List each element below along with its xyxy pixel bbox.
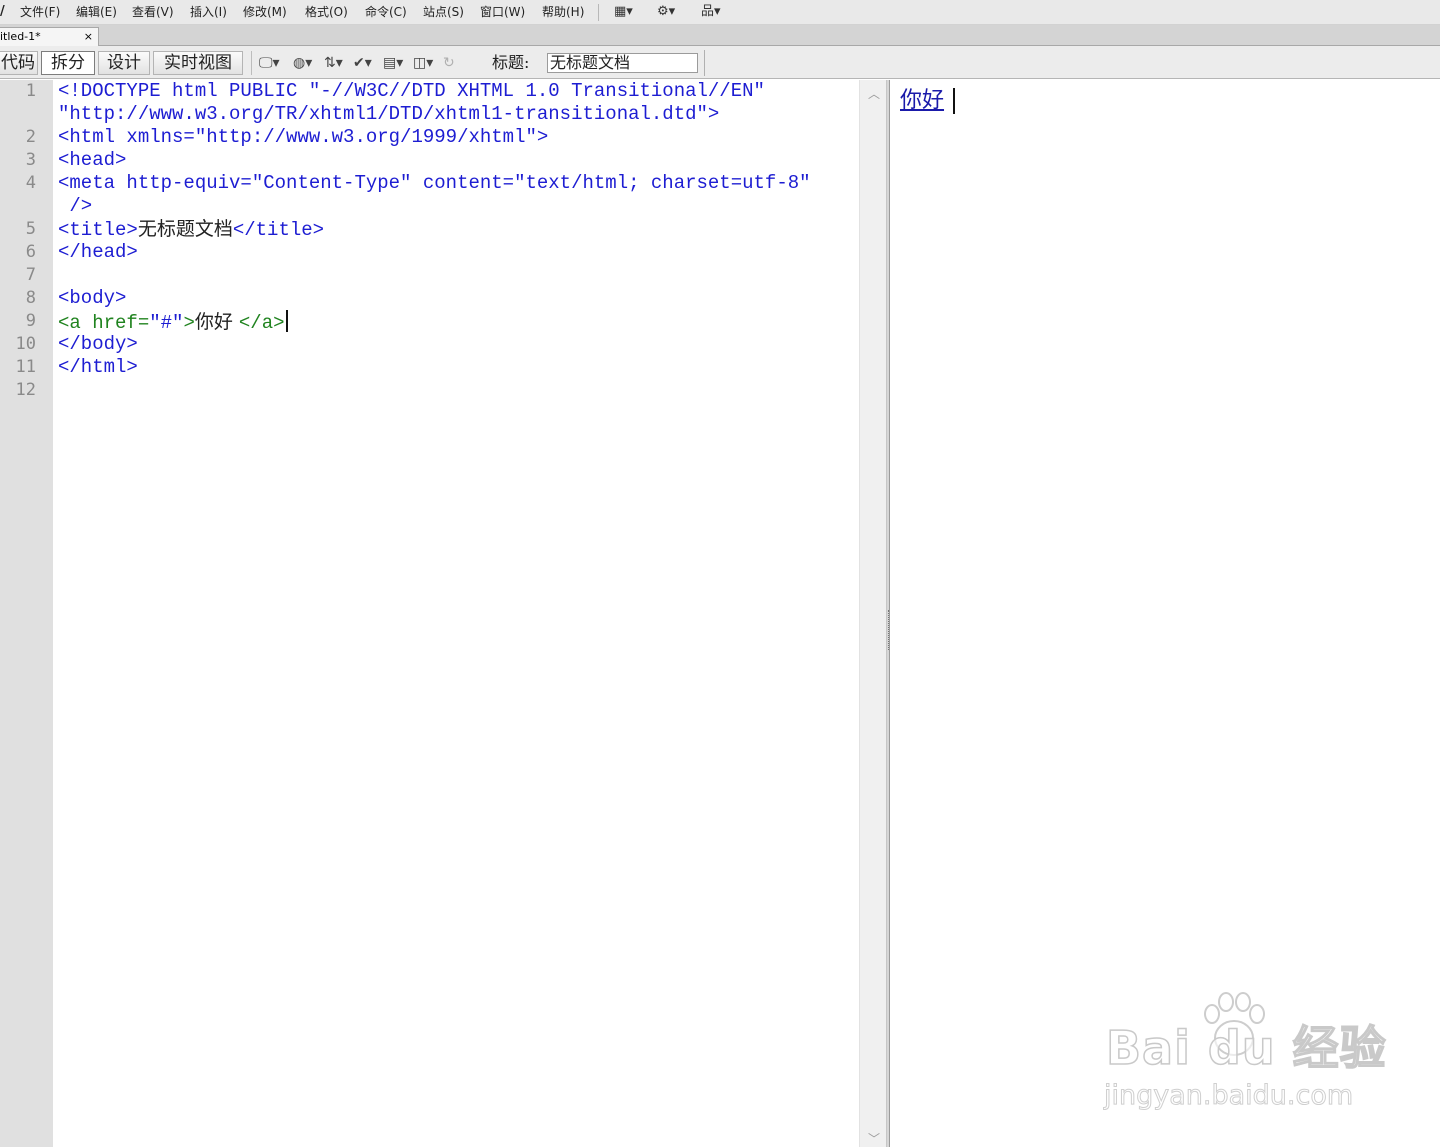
title-open-tag: <title> (58, 219, 138, 241)
code-line-head: <head> (58, 149, 127, 171)
menu-bar: / 文件(F) 编辑(E) 查看(V) 插入(I) 修改(M) 格式(O) 命令… (0, 0, 1440, 25)
toolbar-separator (251, 51, 252, 75)
title-text: 无标题文档 (137, 218, 233, 240)
code-line-meta: <meta http-equiv="Content-Type" content=… (58, 172, 811, 194)
anchor-gt: > (183, 312, 195, 334)
live-view-button[interactable]: 实时视图 (153, 51, 243, 75)
line-number: 3 (25, 150, 36, 170)
code-line-anchor: <a href="#">你好 </a> (58, 310, 288, 335)
code-line-body-close: </body> (58, 333, 138, 355)
split-view-button[interactable]: 拆分 (41, 51, 95, 75)
code-line-head-close: </head> (58, 241, 138, 263)
document-tab[interactable]: itled-1* × (0, 27, 99, 46)
close-icon[interactable]: × (84, 28, 93, 45)
visual-aids-icon[interactable]: ▤▾ (383, 53, 403, 73)
code-line-doctype: <!DOCTYPE html PUBLIC "-//W3C//DTD XHTML… (58, 80, 765, 102)
document-tab-label: itled-1* (0, 30, 41, 43)
validate-icon[interactable]: ✔▾ (353, 53, 372, 73)
menu-commands[interactable]: 命令(C) (365, 5, 407, 19)
title-label: 标题: (492, 53, 530, 72)
line-number: 5 (25, 219, 36, 239)
file-management-icon[interactable]: ⇅▾ (324, 53, 343, 73)
browser-preview-icon[interactable]: ◍▾ (293, 53, 312, 73)
watermark-url: jingyan.baidu.com (1103, 1080, 1354, 1112)
view-options-icon[interactable]: ◫▾ (413, 53, 433, 73)
code-line-html-close: </html> (58, 356, 138, 378)
title-close-tag: </title> (232, 219, 325, 241)
menu-window[interactable]: 窗口(W) (480, 5, 525, 19)
line-number: 1 (25, 81, 36, 101)
document-tab-bar: itled-1* × (0, 25, 1440, 46)
text-caret (953, 88, 955, 114)
menu-edit[interactable]: 编辑(E) (76, 5, 117, 19)
code-line-doctype-dtd: "http://www.w3.org/TR/xhtml1/DTD/xhtml1-… (58, 103, 720, 125)
code-line-meta-close: /> (58, 195, 93, 217)
chevron-down-icon[interactable]: ﹀ (868, 1133, 880, 1145)
multiscreen-icon[interactable]: 🖵▾ (259, 53, 280, 73)
document-toolbar: 代码 拆分 设计 实时视图 🖵▾ ◍▾ ⇅▾ ✔▾ ▤▾ ◫▾ ↻ 标题: 无标… (0, 46, 1440, 79)
line-number: 4 (25, 173, 36, 193)
code-line-title: <title>无标题文档</title> (58, 218, 324, 242)
code-scrollbar[interactable]: ︿ ﹀ (859, 80, 886, 1147)
line-number: 9 (25, 311, 36, 331)
anchor-close-tag: </a> (238, 312, 285, 334)
line-number-gutter: 1 2 3 4 5 6 7 8 9 10 11 12 (0, 80, 53, 1147)
menu-site[interactable]: 站点(S) (423, 5, 464, 19)
drag-handle[interactable] (888, 610, 889, 650)
site-manage-icon[interactable]: 品▾ (701, 3, 721, 21)
refresh-icon[interactable]: ↻ (443, 53, 455, 73)
anchor-text: 你好 (194, 311, 239, 333)
anchor-href-value: "#" (149, 312, 184, 334)
code-line-body: <body> (58, 287, 127, 309)
menu-insert[interactable]: 插入(I) (190, 5, 227, 19)
line-number: 11 (15, 357, 36, 377)
line-number: 6 (25, 242, 36, 262)
layout-icon[interactable]: ▦▾ (614, 3, 633, 21)
code-view-button[interactable]: 代码 (0, 51, 38, 75)
gear-icon[interactable]: ⚙▾ (657, 3, 675, 21)
design-view[interactable]: 你好 (890, 80, 1440, 1147)
menu-view[interactable]: 查看(V) (132, 5, 174, 19)
menu-help[interactable]: 帮助(H) (542, 5, 584, 19)
code-editor[interactable]: <!DOCTYPE html PUBLIC "-//W3C//DTD XHTML… (53, 80, 859, 1147)
watermark-brand: Bai du 经验 (1105, 1020, 1387, 1076)
design-link-text[interactable]: 你好 (900, 88, 944, 114)
code-line-html: <html xmlns="http://www.w3.org/1999/xhtm… (58, 126, 549, 148)
chevron-up-icon[interactable]: ︿ (868, 88, 880, 100)
line-number: 12 (15, 380, 36, 400)
menu-modify[interactable]: 修改(M) (243, 5, 287, 19)
line-number: 2 (25, 127, 36, 147)
menu-file[interactable]: 文件(F) (20, 5, 60, 19)
app-logo: / (0, 4, 5, 19)
title-input[interactable]: 无标题文档 (547, 53, 698, 73)
menu-separator (598, 4, 599, 21)
menu-format[interactable]: 格式(O) (305, 5, 348, 19)
anchor-open-tag: <a href= (58, 312, 150, 334)
toolbar-separator (704, 50, 705, 76)
watermark: Bai du 经验 jingyan.baidu.com (1100, 990, 1386, 1120)
line-number: 10 (15, 334, 36, 354)
text-caret (285, 310, 288, 332)
line-number: 8 (25, 288, 36, 308)
design-view-button[interactable]: 设计 (98, 51, 150, 75)
line-number: 7 (25, 265, 36, 285)
